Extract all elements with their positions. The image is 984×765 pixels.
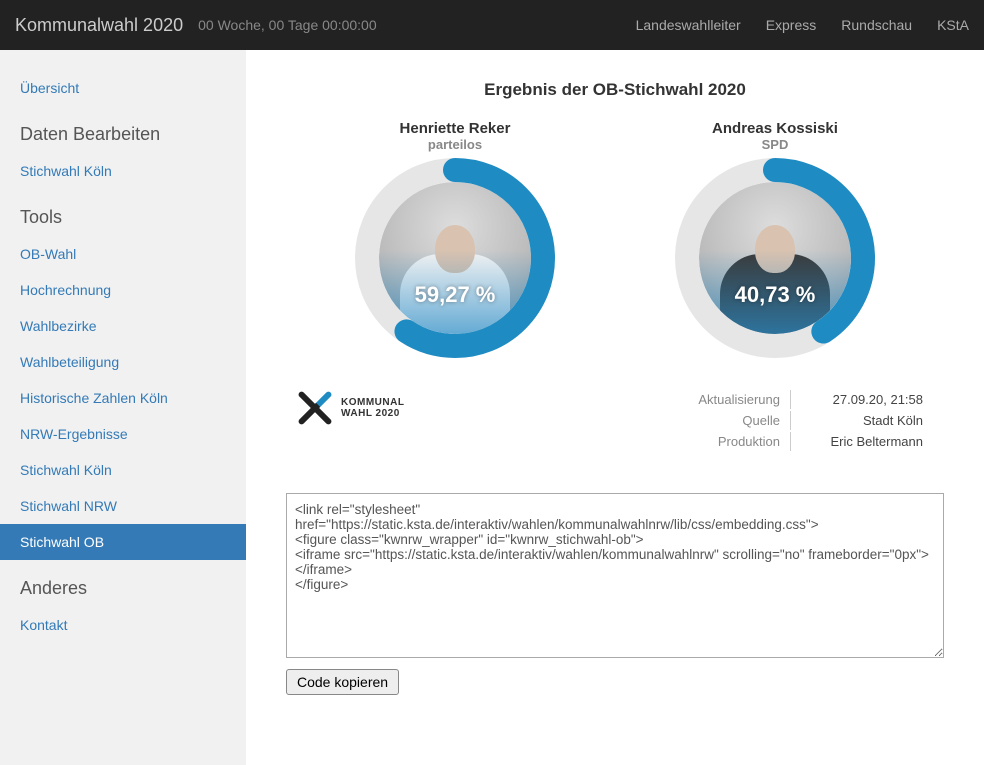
- meta-key-aktualisierung: Aktualisierung: [688, 390, 791, 409]
- sidebar-item-nrw-ergebnisse[interactable]: NRW-Ergebnisse: [0, 416, 246, 452]
- sidebar-item-hochrechnung[interactable]: Hochrechnung: [0, 272, 246, 308]
- table-row: Aktualisierung27.09.20, 21:58: [688, 390, 933, 409]
- sidebar-item-wahlbeteiligung[interactable]: Wahlbeteiligung: [0, 344, 246, 380]
- main-content: Ergebnis der OB-Stichwahl 2020 Henriette…: [246, 50, 984, 765]
- sidebar: Übersicht Daten Bearbeiten Stichwahl Köl…: [0, 50, 246, 765]
- sidebar-section-daten: Daten Bearbeiten: [0, 106, 246, 153]
- nav-link-express[interactable]: Express: [766, 17, 817, 33]
- sidebar-item-stichwahl-ob[interactable]: Stichwahl OB: [0, 524, 246, 560]
- nav-link-ksta[interactable]: KStA: [937, 17, 969, 33]
- meta-table: Aktualisierung27.09.20, 21:58 QuelleStad…: [686, 388, 935, 453]
- embed-code-textarea[interactable]: [286, 493, 944, 658]
- ballot-x-icon: [295, 388, 335, 428]
- meta-val-aktualisierung: 27.09.20, 21:58: [793, 390, 933, 409]
- candidate-2-percent: 40,73 %: [675, 282, 875, 308]
- meta-val-produktion: Eric Beltermann: [793, 432, 933, 451]
- copy-code-button[interactable]: Code kopieren: [286, 669, 399, 695]
- table-row: ProduktionEric Beltermann: [688, 432, 933, 451]
- meta-key-produktion: Produktion: [688, 432, 791, 451]
- candidate-1-party: parteilos: [355, 137, 555, 152]
- sidebar-item-kontakt[interactable]: Kontakt: [0, 607, 246, 643]
- navbar-countdown: 00 Woche, 00 Tage 00:00:00: [198, 17, 636, 33]
- top-navbar: Kommunalwahl 2020 00 Woche, 00 Tage 00:0…: [0, 0, 984, 50]
- sidebar-item-stichwahl-koeln-edit[interactable]: Stichwahl Köln: [0, 153, 246, 189]
- navbar-links: Landeswahlleiter Express Rundschau KStA: [636, 17, 969, 33]
- sidebar-section-anderes: Anderes: [0, 560, 246, 607]
- election-logo: KOMMUNAL WAHL 2020: [295, 388, 404, 428]
- candidate-1-donut: [355, 158, 555, 358]
- candidate-2: Andreas Kossiski SPD 40,73 %: [675, 120, 875, 358]
- chart-title: Ergebnis der OB-Stichwahl 2020: [295, 80, 935, 100]
- nav-link-rundschau[interactable]: Rundschau: [841, 17, 912, 33]
- sidebar-item-uebersicht[interactable]: Übersicht: [0, 70, 246, 106]
- sidebar-item-stichwahl-nrw[interactable]: Stichwahl NRW: [0, 488, 246, 524]
- candidate-2-party: SPD: [675, 137, 875, 152]
- candidate-1: Henriette Reker parteilos 59,27 %: [355, 120, 555, 358]
- sidebar-section-tools: Tools: [0, 189, 246, 236]
- candidate-1-name: Henriette Reker: [355, 120, 555, 137]
- meta-val-quelle: Stadt Köln: [793, 411, 933, 430]
- meta-key-quelle: Quelle: [688, 411, 791, 430]
- sidebar-item-historische-zahlen[interactable]: Historische Zahlen Köln: [0, 380, 246, 416]
- sidebar-item-ob-wahl[interactable]: OB-Wahl: [0, 236, 246, 272]
- candidate-2-name: Andreas Kossiski: [675, 120, 875, 137]
- result-chart: Ergebnis der OB-Stichwahl 2020 Henriette…: [295, 80, 935, 453]
- navbar-brand[interactable]: Kommunalwahl 2020: [15, 15, 183, 36]
- nav-link-landeswahlleiter[interactable]: Landeswahlleiter: [636, 17, 741, 33]
- sidebar-item-stichwahl-koeln[interactable]: Stichwahl Köln: [0, 452, 246, 488]
- logo-line1: KOMMUNAL: [341, 397, 404, 408]
- sidebar-item-wahlbezirke[interactable]: Wahlbezirke: [0, 308, 246, 344]
- candidate-2-donut: [675, 158, 875, 358]
- logo-line2: WAHL 2020: [341, 408, 404, 419]
- table-row: QuelleStadt Köln: [688, 411, 933, 430]
- candidate-1-percent: 59,27 %: [355, 282, 555, 308]
